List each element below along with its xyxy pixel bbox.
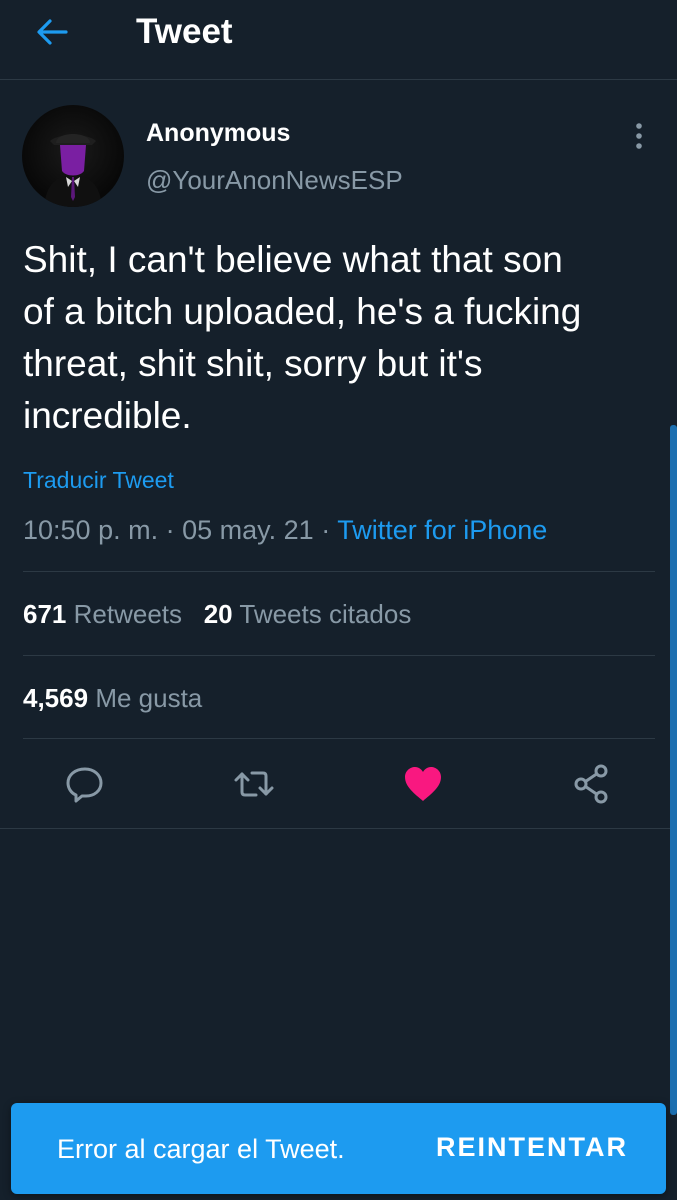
likes-stat[interactable]: 4,569 Me gusta xyxy=(23,683,202,713)
translate-tweet-link[interactable]: Traducir Tweet xyxy=(23,465,174,495)
likes-stats-row: 4,569 Me gusta xyxy=(23,680,202,716)
tweet-text: Shit, I can't believe what that son of a… xyxy=(23,234,663,442)
retweet-stats-row: 671 Retweets 20 Tweets citados xyxy=(23,596,411,632)
retweets-label: Retweets xyxy=(73,599,183,629)
author-name[interactable]: Anonymous xyxy=(146,117,290,149)
tweet-date: 05 may. 21 xyxy=(182,515,314,545)
tweet-time: 10:50 p. m. xyxy=(23,515,159,545)
likes-label: Me gusta xyxy=(95,683,203,713)
divider xyxy=(0,828,677,829)
reply-icon[interactable] xyxy=(63,762,107,806)
meta-separator: · xyxy=(165,515,175,545)
tweet-text-line: threat, shit shit, sorry but it's xyxy=(23,343,483,384)
snackbar-message: Error al cargar el Tweet. xyxy=(57,1134,345,1164)
meta-separator: · xyxy=(321,515,331,545)
retweet-icon[interactable] xyxy=(232,762,276,806)
tweet-source-link[interactable]: Twitter for iPhone xyxy=(337,515,547,545)
tweet-text-line: incredible. xyxy=(23,395,192,436)
share-icon[interactable] xyxy=(570,762,614,806)
divider xyxy=(23,655,655,656)
quotes-label: Tweets citados xyxy=(239,599,412,629)
page-title: Tweet xyxy=(136,12,233,51)
quotes-count: 20 xyxy=(203,599,233,629)
top-app-bar: Tweet xyxy=(0,0,677,80)
more-options-icon[interactable] xyxy=(624,118,654,154)
avatar[interactable] xyxy=(22,105,124,207)
tweet-text-line: Shit, I can't believe what that son xyxy=(23,239,563,280)
divider xyxy=(23,571,655,572)
arrow-left-icon[interactable] xyxy=(32,12,72,52)
scrollbar[interactable] xyxy=(670,425,677,1115)
likes-count: 4,569 xyxy=(23,683,89,713)
retweets-stat[interactable]: 671 Retweets xyxy=(23,599,182,629)
author-handle[interactable]: @YourAnonNewsESP xyxy=(146,163,403,197)
error-snackbar: Error al cargar el Tweet. REINTENTAR xyxy=(11,1103,666,1194)
tweet-text-line: of a bitch uploaded, he's a fucking xyxy=(23,291,582,332)
divider xyxy=(23,738,655,739)
heart-icon[interactable] xyxy=(401,762,445,806)
retry-button[interactable]: REINTENTAR xyxy=(436,1129,628,1165)
tweet-metadata: 10:50 p. m. · 05 may. 21 · Twitter for i… xyxy=(23,512,547,548)
quote-tweets-stat[interactable]: 20 Tweets citados xyxy=(204,599,412,629)
retweets-count: 671 xyxy=(23,599,67,629)
